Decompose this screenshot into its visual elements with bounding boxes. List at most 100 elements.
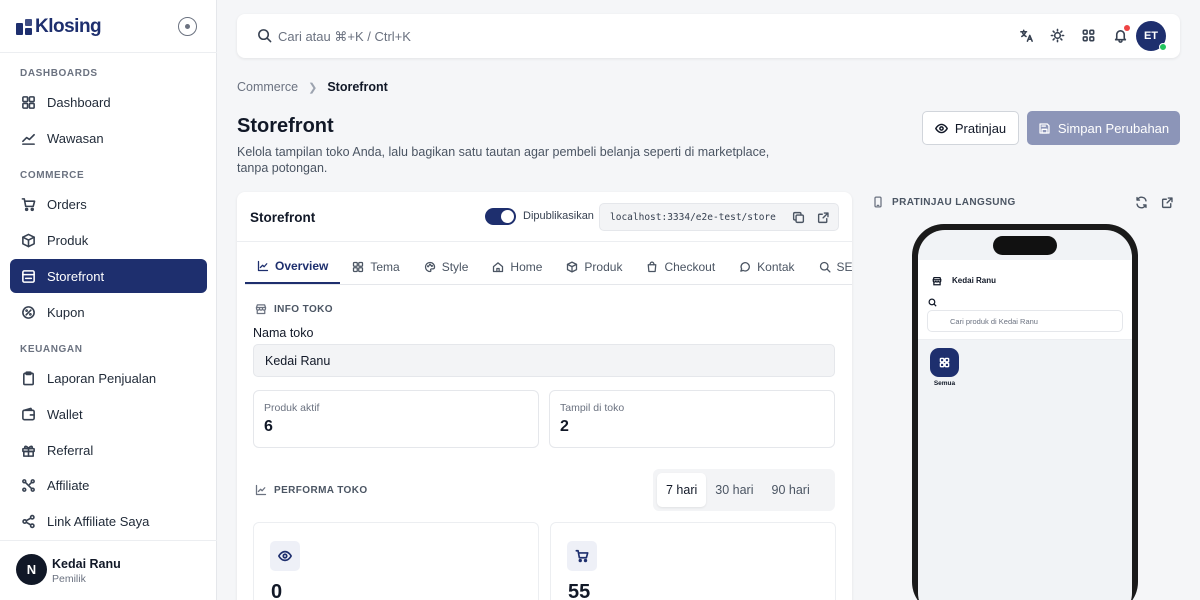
publish-toggle[interactable] bbox=[485, 208, 516, 225]
sidebar-item-label: Wawasan bbox=[47, 130, 104, 146]
sidebar-collapse-button[interactable] bbox=[178, 17, 197, 36]
sidebar-item-label: Referral bbox=[47, 442, 94, 458]
metric-icon-box bbox=[567, 541, 597, 571]
sidebar-item-link-affiliate[interactable]: Link Affiliate Saya bbox=[10, 504, 207, 538]
sidebar-item-storefront[interactable]: Storefront bbox=[10, 259, 207, 293]
avatar: N bbox=[16, 554, 47, 585]
metric-card-views: 0 bbox=[253, 522, 539, 600]
sidebar-item-affiliate[interactable]: Affiliate bbox=[10, 468, 207, 502]
grid-icon bbox=[22, 95, 35, 109]
preview-search-input[interactable] bbox=[927, 310, 1123, 332]
range-90-hari[interactable]: 90 hari bbox=[763, 473, 819, 507]
sidebar-item-produk[interactable]: Produk bbox=[10, 223, 207, 257]
sidebar-item-referral[interactable]: Referral bbox=[10, 433, 207, 467]
breadcrumb: Commerce ❯ Storefront bbox=[237, 80, 388, 94]
store-url-field[interactable]: localhost:3334/e2e-test/store bbox=[599, 203, 839, 231]
preview-button[interactable]: Pratinjau bbox=[922, 111, 1019, 145]
sidebar-item-label: Wallet bbox=[47, 406, 83, 422]
tab-label: Tema bbox=[370, 260, 400, 274]
sidebar-item-kupon[interactable]: Kupon bbox=[10, 295, 207, 329]
external-link-icon bbox=[1161, 197, 1173, 209]
store-icon bbox=[22, 269, 35, 283]
storefront-card: Storefront Dipublikasikan localhost:3334… bbox=[237, 192, 852, 600]
clipboard-icon bbox=[23, 370, 34, 385]
performa-toko-heading: PERFORMA TOKO bbox=[255, 484, 368, 496]
store-name-input[interactable] bbox=[253, 344, 835, 377]
tabs-divider bbox=[245, 284, 852, 285]
copy-url-button[interactable] bbox=[792, 211, 805, 224]
open-preview-button[interactable] bbox=[1161, 196, 1174, 209]
dynamic-island bbox=[993, 236, 1057, 255]
sidebar-item-label: Dashboard bbox=[47, 94, 111, 110]
metric-card-orders: 55 bbox=[550, 522, 836, 600]
sidebar-item-wawasan[interactable]: Wawasan bbox=[10, 121, 207, 155]
collapse-icon bbox=[185, 24, 190, 29]
tab-style[interactable]: Style bbox=[412, 250, 481, 284]
stat-produk-aktif: Produk aktif 6 bbox=[253, 390, 539, 448]
page-description: Kelola tampilan toko Anda, lalu bagikan … bbox=[237, 145, 770, 175]
sidebar-divider bbox=[0, 52, 217, 53]
brand-logo[interactable]: Klosing bbox=[16, 14, 102, 40]
stat-label: Tampil di toko bbox=[560, 402, 625, 414]
save-changes-button[interactable]: Simpan Perubahan bbox=[1027, 111, 1180, 145]
card-divider bbox=[237, 241, 852, 242]
copy-icon bbox=[792, 211, 805, 224]
preview-store-name: Kedai Ranu bbox=[952, 276, 997, 285]
tab-produk[interactable]: Produk bbox=[554, 250, 634, 284]
apps-icon bbox=[1082, 29, 1095, 42]
tab-overview[interactable]: Overview bbox=[245, 250, 341, 284]
apps-button[interactable] bbox=[1081, 28, 1096, 43]
sidebar-item-label: Laporan Penjualan bbox=[47, 370, 157, 386]
smartphone-icon bbox=[874, 196, 882, 208]
metric-value: 0 bbox=[271, 581, 283, 600]
external-link-icon bbox=[817, 212, 829, 224]
tab-tema[interactable]: Tema bbox=[340, 250, 411, 284]
phone-mockup: Kedai Ranu Semua bbox=[912, 224, 1138, 600]
sidebar-item-dashboard[interactable]: Dashboard bbox=[10, 85, 207, 119]
user-name: Kedai Ranu bbox=[52, 557, 121, 571]
grid-icon bbox=[939, 357, 950, 368]
chevron-right-icon: ❯ bbox=[308, 81, 318, 94]
tab-seo[interactable]: SEO bbox=[807, 250, 852, 284]
sidebar-item-laporan-penjualan[interactable]: Laporan Penjualan bbox=[10, 361, 207, 395]
store-url-text: localhost:3334/e2e-test/store bbox=[610, 212, 776, 223]
notifications-button[interactable] bbox=[1113, 25, 1130, 43]
tab-label: Overview bbox=[275, 259, 329, 273]
sidebar-item-wallet[interactable]: Wallet bbox=[10, 397, 207, 431]
metric-icon-box bbox=[270, 541, 300, 571]
sidebar-item-label: Orders bbox=[47, 196, 87, 212]
refresh-preview-button[interactable] bbox=[1135, 196, 1148, 209]
search-input[interactable] bbox=[278, 24, 778, 48]
theme-toggle-button[interactable] bbox=[1050, 28, 1065, 43]
tab-kontak[interactable]: Kontak bbox=[727, 250, 806, 284]
tab-checkout[interactable]: Checkout bbox=[634, 250, 727, 284]
tab-label: Produk bbox=[584, 260, 623, 274]
breadcrumb-current: Storefront bbox=[327, 80, 388, 94]
language-button[interactable] bbox=[1019, 28, 1034, 43]
tab-home[interactable]: Home bbox=[480, 250, 554, 284]
wallet-icon bbox=[22, 407, 35, 420]
card-title: Storefront bbox=[250, 210, 316, 225]
user-avatar-button[interactable]: ET bbox=[1136, 21, 1167, 51]
search-icon bbox=[258, 29, 272, 43]
chat-icon bbox=[740, 262, 751, 272]
sidebar-item-orders[interactable]: Orders bbox=[10, 187, 207, 221]
share-icon bbox=[22, 514, 35, 528]
range-7-hari[interactable]: 7 hari bbox=[657, 473, 707, 507]
search-icon bbox=[928, 298, 937, 307]
section-heading-text: PERFORMA TOKO bbox=[274, 484, 368, 496]
cart-icon bbox=[575, 549, 589, 563]
open-url-button[interactable] bbox=[817, 211, 830, 224]
tab-label: SEO bbox=[836, 260, 852, 274]
section-label-keuangan: KEUANGAN bbox=[20, 344, 83, 355]
sidebar-user[interactable]: N Kedai Ranu Pemilik bbox=[0, 540, 217, 600]
preview-category-all[interactable] bbox=[930, 348, 959, 377]
box-icon bbox=[22, 233, 35, 247]
breadcrumb-commerce[interactable]: Commerce bbox=[237, 80, 298, 94]
date-range-selector: 7 hari 30 hari 90 hari bbox=[653, 469, 835, 511]
stat-tampil-di-toko: Tampil di toko 2 bbox=[549, 390, 835, 448]
range-30-hari[interactable]: 30 hari bbox=[706, 473, 762, 507]
notification-badge bbox=[1124, 25, 1130, 31]
eye-icon bbox=[934, 123, 948, 133]
live-preview-heading: PRATINJAU LANGSUNG bbox=[872, 196, 1016, 208]
